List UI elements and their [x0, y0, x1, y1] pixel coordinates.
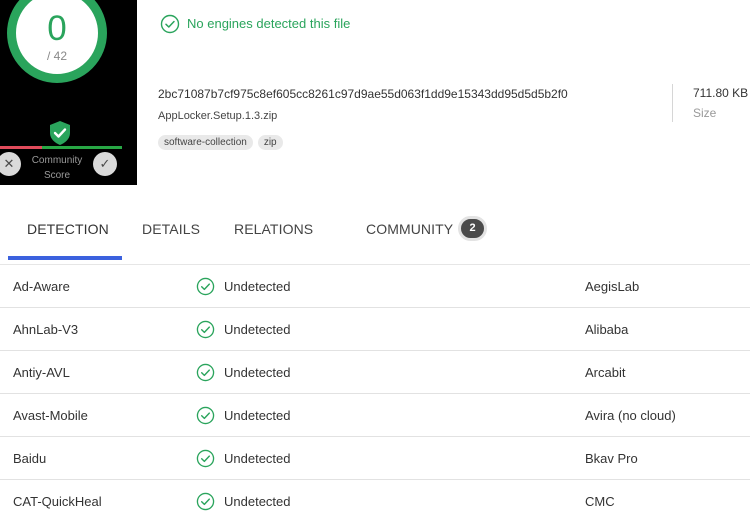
vote-harmless-button[interactable]: ✓: [93, 152, 117, 176]
table-row: Antiy-AVL Undetected Arcabit: [0, 351, 750, 394]
check-circle-icon: [196, 406, 215, 425]
engine-result: Undetected: [224, 408, 291, 423]
engine-name: Alibaba: [585, 322, 629, 337]
engine-name: AhnLab-V3: [13, 322, 79, 337]
tab-details[interactable]: DETAILS: [142, 221, 200, 237]
engine-result: Undetected: [224, 279, 291, 294]
table-row: CAT-QuickHeal Undetected CMC: [0, 480, 750, 522]
community-count-badge[interactable]: 2: [458, 216, 487, 241]
shield-check-icon: [50, 121, 70, 145]
check-circle-icon: [196, 492, 215, 511]
engine-name: CMC: [585, 494, 615, 509]
engine-result: Undetected: [224, 494, 291, 509]
engine-result: Undetected: [224, 451, 291, 466]
detection-table: Ad-Aware Undetected AegisLab AhnLab-V3 U…: [0, 265, 750, 522]
table-row: AhnLab-V3 Undetected Alibaba: [0, 308, 750, 351]
tab-detection[interactable]: DETECTION: [27, 221, 109, 237]
community-score-label-line1: Community: [31, 155, 83, 166]
engine-name: Avast-Mobile: [13, 408, 88, 423]
check-circle-icon: [196, 363, 215, 382]
file-hash[interactable]: 2bc71087b7cf975c8ef605cc8261c97d9ae55d06…: [158, 87, 568, 101]
file-name: AppLocker.Setup.1.3.zip: [158, 110, 278, 122]
engine-name: AegisLab: [585, 279, 640, 294]
tag-software-collection[interactable]: software-collection: [158, 135, 253, 150]
engine-result: Undetected: [224, 365, 291, 380]
table-row: Avast-Mobile Undetected Avira (no cloud): [0, 394, 750, 437]
tag-zip[interactable]: zip: [257, 135, 283, 150]
check-circle-icon: [196, 449, 215, 468]
engine-name: Ad-Aware: [13, 279, 70, 294]
tab-relations[interactable]: RELATIONS: [234, 221, 313, 237]
check-icon: ✓: [99, 156, 111, 171]
check-circle-icon: [196, 320, 215, 339]
divider: [672, 84, 673, 122]
engine-name: Bkav Pro: [585, 451, 638, 466]
file-size: 711.80 KB: [693, 86, 749, 100]
engine-name: CAT-QuickHeal: [13, 494, 102, 509]
community-score-bar-negative: [0, 146, 42, 149]
status-message: No engines detected this file: [187, 16, 351, 31]
detection-score-panel: 0 / 42 ✕ Community Score ✓: [0, 0, 137, 185]
community-score-bar: [0, 146, 122, 149]
detection-count: 0: [47, 9, 67, 48]
close-icon: ✕: [3, 156, 15, 171]
file-info-card: 2bc71087b7cf975c8ef605cc8261c97d9ae55d06…: [137, 52, 750, 172]
check-circle-icon: [160, 14, 180, 34]
vote-harmful-button[interactable]: ✕: [0, 152, 21, 176]
file-size-label: Size: [693, 106, 717, 120]
engine-result: Undetected: [224, 322, 291, 337]
engine-name: Arcabit: [585, 365, 626, 380]
active-tab-indicator: [8, 256, 122, 260]
engine-name: Baidu: [13, 451, 47, 466]
community-score-label-line2: Score: [43, 170, 71, 181]
score-ring: 0 / 42: [7, 0, 107, 83]
engine-name: Avira (no cloud): [585, 408, 676, 423]
table-row: Ad-Aware Undetected AegisLab: [0, 265, 750, 308]
report-tabs: DETECTION DETAILS RELATIONS COMMUNITY 2: [0, 201, 750, 260]
file-tags: software-collection zip: [158, 135, 283, 150]
file-report-page: 0 / 42 ✕ Community Score ✓ No engines de…: [0, 0, 750, 522]
engine-name: Antiy-AVL: [13, 365, 70, 380]
community-score-label: Community Score: [26, 153, 88, 183]
tab-community[interactable]: COMMUNITY: [366, 221, 453, 237]
engine-total: / 42: [46, 49, 67, 63]
check-circle-icon: [196, 277, 215, 296]
status-strip: No engines detected this file: [137, 0, 750, 52]
table-row: Baidu Undetected Bkav Pro: [0, 437, 750, 480]
